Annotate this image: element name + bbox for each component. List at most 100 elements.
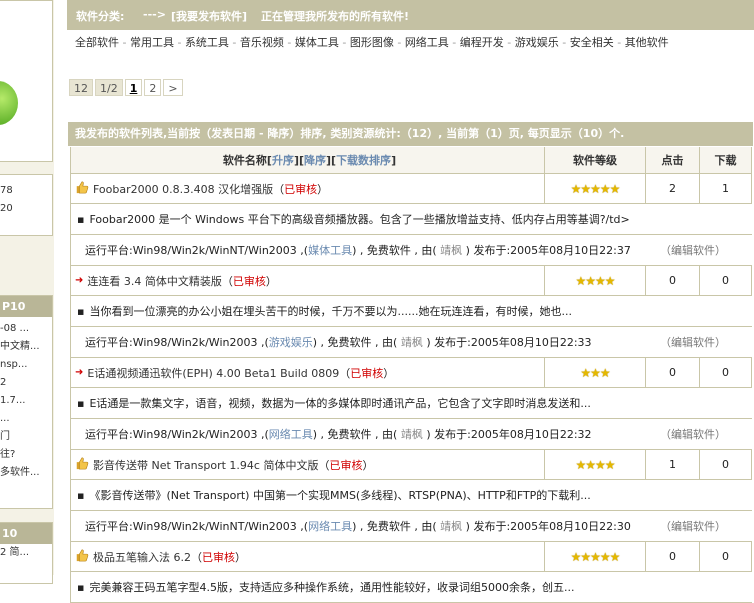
downloads-cell: 0	[700, 358, 752, 387]
sidebar-link[interactable]: nsp...	[0, 356, 52, 374]
license-text: 免费软件	[327, 336, 372, 349]
author-link[interactable]: 靖枫	[440, 244, 462, 257]
pager-pages: 1/2	[95, 79, 123, 96]
pager-next-button[interactable]: >	[163, 79, 183, 96]
software-name-link[interactable]: 连连看 3.4 简体中文精装版	[87, 273, 222, 289]
author-link[interactable]: 靖枫	[401, 336, 423, 349]
category-desc: 正在管理我所发布的所有软件!	[261, 10, 410, 23]
category-link[interactable]: 全部软件	[75, 36, 119, 49]
category-link[interactable]: 媒体工具	[295, 36, 339, 49]
red-arrow-icon: ➜	[75, 275, 84, 286]
software-name-link[interactable]: 影音传送带 Net Transport 1.94c 简体中文版	[93, 457, 318, 473]
edit-software-link[interactable]: （编辑软件）	[660, 426, 726, 442]
level-cell: ★★★	[545, 358, 646, 387]
software-name-link[interactable]: E话通视频通迅软件(EPH) 4.00 Beta1 Build 0809	[87, 365, 339, 381]
category-link[interactable]: 游戏娱乐	[515, 36, 559, 49]
software-name-link[interactable]: 极品五笔输入法 6.2	[93, 549, 191, 565]
col-level-header: 软件等级	[545, 147, 646, 173]
sort-asc-link[interactable]: 升序	[272, 152, 294, 168]
sidebar-link[interactable]: 中文精...	[0, 338, 52, 356]
software-name-cell: Foobar2000 0.8.3.408 汉化增强版（已审核）	[71, 174, 545, 203]
red-arrow-icon: ➜	[75, 367, 84, 378]
pager-page-2[interactable]: 2	[144, 79, 162, 96]
category-link[interactable]: 音乐视频	[240, 36, 284, 49]
main-content: 软件分类: ---> [我要发布软件] 正在管理我所发布的所有软件! 全部软件 …	[67, 0, 754, 603]
category-tag-link[interactable]: 游戏娱乐	[269, 336, 313, 349]
platform-info: 运行平台:Win98/Win2k/WinNT/Win2003 ,(网络工具) ,…	[85, 520, 631, 533]
star-rating-icon: ★★★★	[575, 273, 615, 288]
sidebar-link[interactable]: ...	[0, 410, 52, 428]
description-row: ▪ E话通是一款集文字，语音，视频，数据为一体的多媒体即时通讯产品，它包含了文字即…	[71, 388, 752, 419]
category-tag-link[interactable]: 网络工具	[269, 428, 313, 441]
sort-downloads-link[interactable]: 下载数排序	[336, 152, 391, 168]
green-orb-icon	[0, 81, 18, 125]
sidebar-stat: 78	[0, 185, 13, 196]
software-name-link[interactable]: Foobar2000 0.8.3.408 汉化增强版	[93, 181, 273, 197]
sort-desc-link[interactable]: 降序	[304, 152, 326, 168]
category-arrow: --->	[143, 8, 166, 21]
pager-current[interactable]: 1	[124, 79, 143, 96]
category-link[interactable]: 编程开发	[460, 36, 504, 49]
by-text: 由	[382, 336, 394, 349]
software-description: 当你看到一位漂亮的办公小姐在埋头苦干的时候，千万不要以为......她在玩连连看…	[89, 305, 572, 318]
link-separator: -	[283, 36, 295, 49]
platform-text: 运行平台:Win98/Win2k/Win2003	[85, 428, 258, 441]
sidebar-link[interactable]: 门	[0, 428, 52, 446]
sidebar-stat: 20	[0, 203, 13, 214]
platform-info: 运行平台:Win98/Win2k/WinNT/Win2003 ,(媒体工具) ,…	[85, 244, 631, 257]
sidebar-box-heading: P10	[0, 296, 52, 317]
sidebar-link[interactable]: 2 简...	[0, 544, 52, 562]
category-links: 全部软件 - 常用工具 - 系统工具 - 音乐视频 - 媒体工具 - 图形图像 …	[75, 34, 669, 50]
software-row: Foobar2000 0.8.3.408 汉化增强版（已审核） ★★★★★ 2 1	[71, 174, 752, 204]
edit-software-link[interactable]: （编辑软件）	[660, 334, 726, 350]
my-publish-link[interactable]: [我要发布软件]	[171, 8, 247, 24]
platform-info: 运行平台:Win98/Win2k/Win2003 ,(游戏娱乐) , 免费软件 …	[85, 336, 592, 349]
col-name-header: 软件名称[ 升序 ][ 降序 ][ 下载数排序 ]	[71, 147, 545, 173]
category-tag-link[interactable]: 网络工具	[308, 520, 352, 533]
hits-cell: 0	[646, 542, 700, 571]
link-separator: -	[119, 36, 130, 49]
category-label: 软件分类:	[76, 10, 125, 23]
platform-row: 运行平台:Win98/Win2k/WinNT/Win2003 ,(网络工具) ,…	[71, 511, 752, 542]
sidebar-box-heading: 10	[0, 523, 52, 544]
category-link[interactable]: 图形图像	[350, 36, 394, 49]
link-separator: -	[393, 36, 405, 49]
edit-software-link[interactable]: （编辑软件）	[660, 518, 726, 534]
hits-cell: 0	[646, 266, 700, 295]
category-link[interactable]: 安全相关	[570, 36, 614, 49]
status-badge: 已审核	[329, 458, 363, 472]
sidebar-box-top	[0, 0, 53, 162]
category-link[interactable]: 网络工具	[405, 36, 449, 49]
level-cell: ★★★★★	[545, 174, 646, 203]
software-name-cell: 极品五笔输入法 6.2 （已审核）	[71, 542, 545, 571]
sidebar-link[interactable]: 2	[0, 374, 52, 392]
by-text: 由	[421, 244, 433, 257]
platform-row: 运行平台:Win98/Win2k/Win2003 ,(游戏娱乐) , 免费软件 …	[71, 327, 752, 358]
link-separator: -	[338, 36, 350, 49]
category-bar: 软件分类: ---> [我要发布软件] 正在管理我所发布的所有软件!	[67, 0, 754, 30]
software-row: 影音传送带 Net Transport 1.94c 简体中文版（已审核） ★★★★…	[71, 450, 752, 480]
description-row: ▪ 当你看到一位漂亮的办公小姐在埋头苦干的时候，千万不要以为......她在玩连连…	[71, 296, 752, 327]
category-tag-link[interactable]: 媒体工具	[308, 244, 352, 257]
link-separator: -	[503, 36, 515, 49]
sidebar-link[interactable]: 往?	[0, 446, 52, 464]
status-badge: 已审核	[232, 274, 266, 288]
sidebar-link[interactable]: -08 ...	[0, 320, 52, 338]
sidebar-link[interactable]: 1.7...	[0, 392, 52, 410]
author-link[interactable]: 靖枫	[401, 428, 423, 441]
category-link[interactable]: 常用工具	[130, 36, 174, 49]
thumbs-up-icon	[75, 180, 89, 197]
by-text: 由	[382, 428, 394, 441]
platform-row: 运行平台:Win98/Win2k/WinNT/Win2003 ,(媒体工具) ,…	[71, 235, 752, 266]
link-separator: -	[613, 36, 625, 49]
thumbs-up-icon	[75, 456, 89, 473]
author-link[interactable]: 靖枫	[440, 520, 462, 533]
edit-software-link[interactable]: （编辑软件）	[660, 242, 726, 258]
license-text: 免费软件	[327, 428, 372, 441]
software-name-cell: ➜ E话通视频通迅软件(EPH) 4.00 Beta1 Build 0809 （已审…	[71, 358, 545, 387]
status-badge: 已审核	[284, 182, 318, 196]
category-link[interactable]: 其他软件	[625, 36, 669, 49]
category-link[interactable]: 系统工具	[185, 36, 229, 49]
bullet-icon: ▪	[77, 304, 85, 318]
sidebar-link[interactable]: 多软件...	[0, 464, 52, 482]
